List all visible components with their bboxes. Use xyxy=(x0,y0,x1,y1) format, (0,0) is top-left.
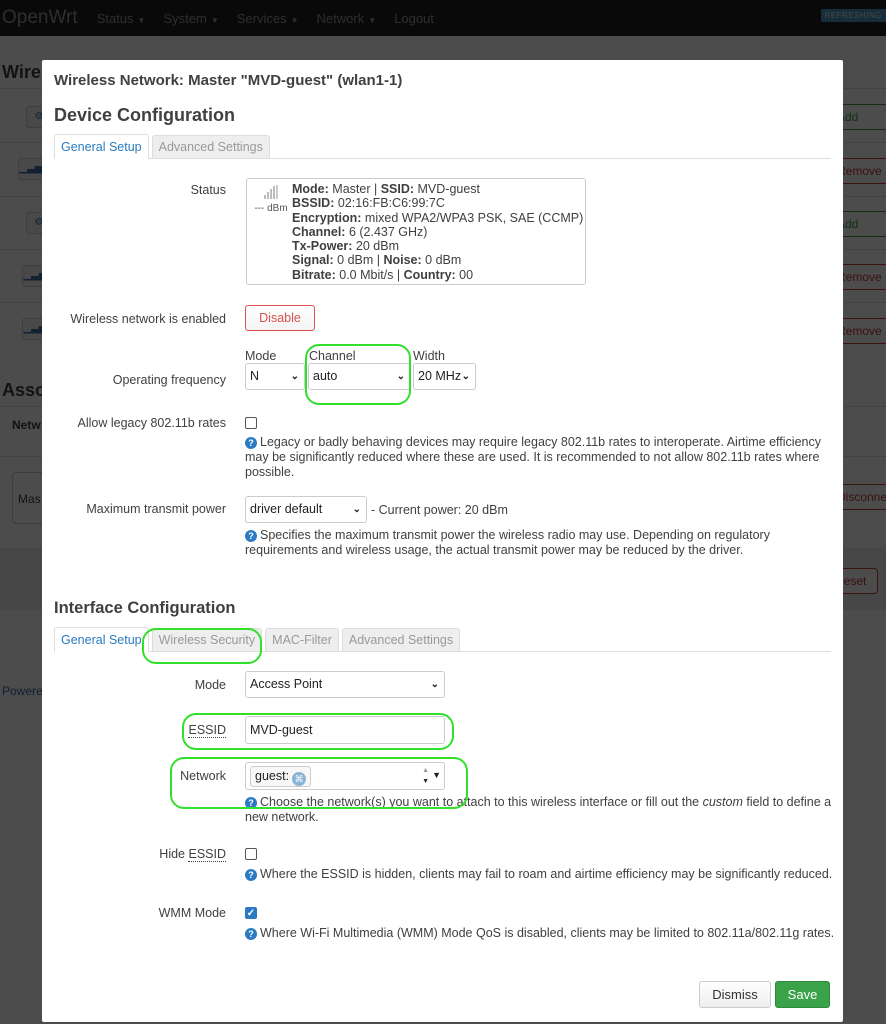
dismiss-button[interactable]: Dismiss xyxy=(699,981,771,1008)
chevron-down-icon: ⌄ xyxy=(396,371,405,382)
channel-sublabel: Channel xyxy=(309,349,356,363)
tx-power-help: ? Specifies the maximum transmit power th… xyxy=(245,528,770,557)
chevron-down-icon: ⌄ xyxy=(290,371,299,382)
legacy-rates-checkbox[interactable] xyxy=(245,417,257,429)
status-value: 0 dBm xyxy=(421,253,462,268)
network-select[interactable]: guest: ⌘ ▲ ▼ ▼ xyxy=(245,762,445,790)
width-sublabel: Width xyxy=(413,349,445,363)
hide-essid-label: Hide ESSID xyxy=(159,847,226,862)
mode-sublabel: Mode xyxy=(245,349,277,363)
width-select[interactable]: 20 MHz ⌄ xyxy=(413,363,476,390)
modal-title: Wireless Network: Master "MVD-guest" (wl… xyxy=(54,72,403,89)
enabled-label: Wireless network is enabled xyxy=(70,312,226,326)
wmm-mode-help: ? Where Wi-Fi Multimedia (WMM) Mode QoS i… xyxy=(245,926,845,941)
status-key: Mode: xyxy=(292,182,329,196)
hide-essid-help: ? Where the ESSID is hidden, clients may … xyxy=(245,867,835,882)
status-label: Status xyxy=(190,183,226,197)
status-box: --- dBm Mode: Master | SSID: MVD-guest BS… xyxy=(246,178,586,285)
help-icon: ? xyxy=(245,530,257,542)
help-icon: ? xyxy=(245,869,257,881)
device-config-title: Device Configuration xyxy=(54,105,236,125)
network-label: Network xyxy=(180,769,226,783)
dropdown-arrow-icon[interactable]: ▼ xyxy=(432,770,441,780)
status-key: Channel: xyxy=(292,224,346,239)
tx-power-label: Maximum transmit power xyxy=(86,502,226,516)
network-help: ? Choose the network(s) you want to attac… xyxy=(245,795,832,824)
chevron-down-icon: ⌄ xyxy=(430,679,439,690)
status-key: SSID: xyxy=(380,182,415,196)
legacy-rates-help: ? Legacy or badly behaving devices may re… xyxy=(245,435,821,479)
chevron-down-icon: ⌄ xyxy=(352,504,361,515)
status-value: 6 (2.437 GHz) xyxy=(345,224,428,239)
status-key: Encryption: xyxy=(292,210,362,225)
signal-dbm: --- dBm xyxy=(254,203,288,214)
help-icon: ? xyxy=(245,928,257,940)
tx-power-select[interactable]: driver default ⌄ xyxy=(245,496,367,523)
status-line: Mode: Master | SSID: MVD-guest xyxy=(292,182,583,196)
iface-mode-select[interactable]: Access Point ⌄ xyxy=(245,671,445,698)
status-details: Mode: Master | SSID: MVD-guest BSSID: 02:… xyxy=(292,182,583,282)
status-key: Country: xyxy=(403,267,456,282)
status-line: BSSID: 02:16:FB:C6:99:7C xyxy=(292,196,583,210)
status-key: Bitrate: xyxy=(292,267,336,282)
wmm-mode-checkbox[interactable]: ✓ xyxy=(245,907,257,919)
network-chip-guest[interactable]: guest: ⌘ xyxy=(250,766,312,787)
status-line: Signal: 0 dBm | Noise: 0 dBm xyxy=(292,253,583,267)
operating-frequency-label: Operating frequency xyxy=(112,373,226,387)
interface-config-title: Interface Configuration xyxy=(54,599,236,617)
wireless-network-modal: Wireless Network: Master "MVD-guest" (wl… xyxy=(42,60,843,1022)
status-line: Channel: 6 (2.437 GHz) xyxy=(292,225,583,239)
status-line: Encryption: mixed WPA2/WPA3 PSK, SAE (CC… xyxy=(292,211,583,225)
mode-select[interactable]: N ⌄ xyxy=(245,363,305,390)
current-power-text: - Current power: 20 dBm xyxy=(371,503,508,517)
help-icon: ? xyxy=(245,797,257,809)
interface-config-tabs: General Setup Wireless Security MAC-Filt… xyxy=(54,627,831,652)
chevron-down-icon: ⌄ xyxy=(461,371,470,382)
status-value: Master | xyxy=(328,182,381,196)
help-icon: ? xyxy=(245,437,257,449)
status-value: 02:16:FB:C6:99:7C xyxy=(334,196,445,211)
status-key: BSSID: xyxy=(292,196,335,211)
signal-bars-icon xyxy=(264,185,278,199)
status-value: MVD-guest xyxy=(414,182,481,196)
tab-device-general-setup[interactable]: General Setup xyxy=(54,134,149,159)
channel-select[interactable]: auto ⌄ xyxy=(308,363,411,390)
status-key: Signal: xyxy=(292,253,334,268)
status-key: Tx-Power: xyxy=(292,239,353,254)
network-interface-icon: ⌘ xyxy=(292,772,307,786)
legacy-rates-label: Allow legacy 802.11b rates xyxy=(77,416,226,430)
checkmark-icon: ✓ xyxy=(246,908,256,919)
essid-label: ESSID xyxy=(188,723,226,738)
tab-iface-general-setup[interactable]: General Setup xyxy=(54,627,149,652)
tab-device-advanced-settings[interactable]: Advanced Settings xyxy=(151,135,270,158)
spinner-arrows-icon[interactable]: ▲ ▼ xyxy=(422,765,429,787)
iface-mode-label: Mode xyxy=(194,678,226,692)
hide-essid-checkbox[interactable] xyxy=(245,848,257,860)
tab-iface-advanced-settings[interactable]: Advanced Settings xyxy=(341,628,461,651)
status-value: 00 xyxy=(455,267,474,282)
signal-indicator: --- dBm xyxy=(251,185,291,214)
status-line: Bitrate: 0.0 Mbit/s | Country: 00 xyxy=(292,268,583,282)
status-value: 20 dBm xyxy=(352,239,399,254)
tab-iface-wireless-security[interactable]: Wireless Security xyxy=(151,628,263,651)
status-value: 0 dBm | xyxy=(333,253,384,268)
save-button[interactable]: Save xyxy=(775,981,830,1008)
status-value: mixed WPA2/WPA3 PSK, SAE (CCMP) xyxy=(361,210,584,225)
wmm-mode-label: WMM Mode xyxy=(158,906,226,920)
device-config-tabs: General Setup Advanced Settings xyxy=(54,134,831,159)
status-value: 0.0 Mbit/s | xyxy=(335,267,404,282)
status-key: Noise: xyxy=(383,253,422,268)
disable-button[interactable]: Disable xyxy=(245,305,315,331)
status-line: Tx-Power: 20 dBm xyxy=(292,239,583,253)
essid-input[interactable]: MVD-guest xyxy=(245,716,445,744)
tab-iface-mac-filter[interactable]: MAC-Filter xyxy=(265,628,339,651)
